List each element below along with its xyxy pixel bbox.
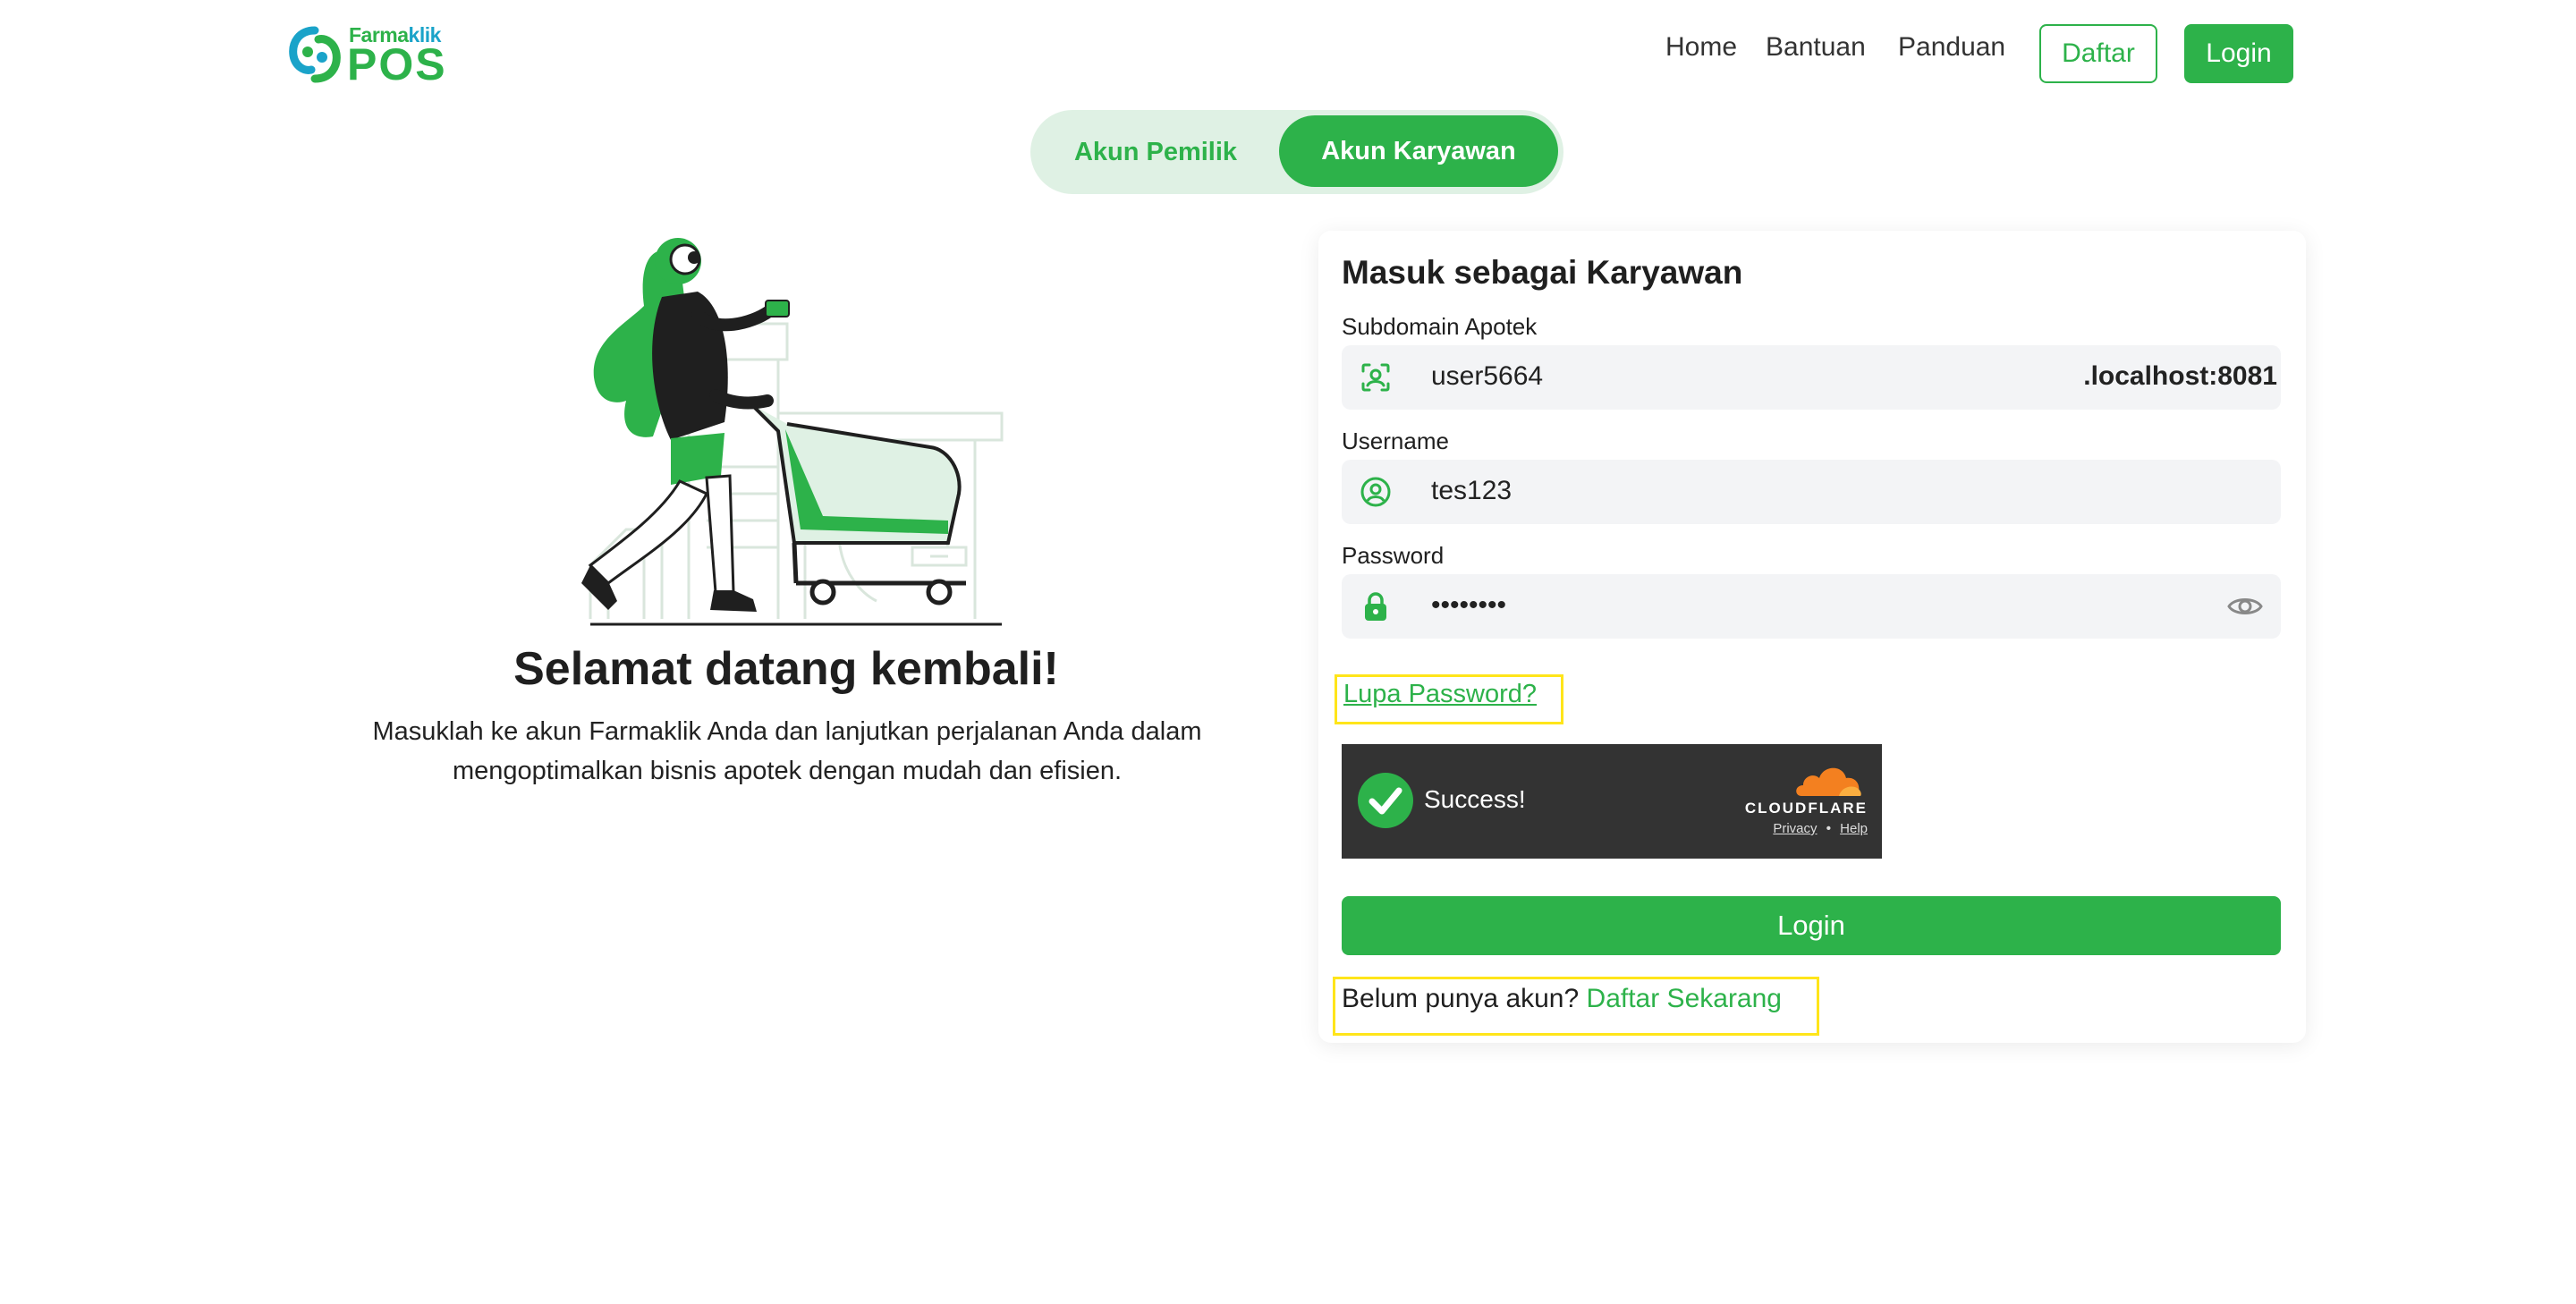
- captcha-privacy-link[interactable]: Privacy: [1773, 821, 1817, 836]
- username-value: tes123: [1431, 476, 1513, 505]
- nav-home[interactable]: Home: [1665, 32, 1737, 63]
- daftar-button[interactable]: Daftar: [2039, 24, 2157, 83]
- user-circle-icon: [1360, 477, 1391, 507]
- user-scan-icon: [1361, 363, 1390, 392]
- welcome-description-line: mengoptimalkan bisnis apotek dengan muda…: [452, 757, 1123, 785]
- brand-pos: POS: [347, 39, 447, 89]
- brand-logo[interactable]: Farmaklik POS: [288, 23, 458, 89]
- welcome-description-line: Masuklah ke akun Farmaklik Anda dan lanj…: [372, 717, 1202, 746]
- subdomain-suffix: .localhost:8081: [2083, 361, 2277, 391]
- logo-mark-icon: [289, 26, 341, 83]
- signup-prompt: Belum punya akun? Daftar Sekarang: [1342, 984, 1782, 1014]
- username-label: Username: [1342, 428, 1449, 454]
- login-submit-button[interactable]: Login: [1342, 896, 2281, 955]
- success-check-icon: [1358, 773, 1413, 828]
- username-field[interactable]: tes123: [1342, 460, 2281, 524]
- lock-icon: [1365, 592, 1386, 621]
- tab-akun-karyawan[interactable]: Akun Karyawan: [1279, 115, 1558, 187]
- password-field[interactable]: ••••••••: [1342, 574, 2281, 639]
- subdomain-field[interactable]: user5664 .localhost:8081: [1342, 345, 2281, 410]
- cloudflare-cloud-icon: [1796, 767, 1861, 796]
- signup-link[interactable]: Daftar Sekarang: [1587, 984, 1782, 1013]
- captcha-link-separator: •: [1826, 821, 1831, 836]
- shopping-woman-illustration: [581, 238, 1004, 626]
- cloudflare-captcha-widget[interactable]: Success! CLOUDFLARE Privacy • Help: [1342, 744, 1882, 859]
- password-label: Password: [1342, 542, 1445, 569]
- forgot-password-link[interactable]: Lupa Password?: [1343, 680, 1537, 709]
- header-login-button[interactable]: Login: [2184, 24, 2293, 83]
- signup-prompt-text: Belum punya akun?: [1342, 984, 1580, 1013]
- nav-panduan[interactable]: Panduan: [1898, 32, 2005, 63]
- show-password-eye-icon[interactable]: [2227, 592, 2263, 621]
- password-value: ••••••••: [1431, 590, 1507, 620]
- welcome-description: Masuklah ke akun Farmaklik Anda dan lanj…: [313, 712, 1261, 791]
- nav-bantuan[interactable]: Bantuan: [1766, 32, 1866, 63]
- welcome-title: Selamat datang kembali!: [513, 643, 1059, 695]
- tab-akun-pemilik[interactable]: Akun Pemilik: [1052, 119, 1259, 185]
- captcha-links: Privacy • Help: [1773, 821, 1868, 836]
- cloudflare-brand: CLOUDFLARE: [1744, 800, 1868, 817]
- captcha-status: Success!: [1424, 785, 1526, 813]
- subdomain-label: Subdomain Apotek: [1342, 313, 1538, 340]
- form-title: Masuk sebagai Karyawan: [1342, 254, 1743, 291]
- captcha-help-link[interactable]: Help: [1840, 821, 1868, 836]
- subdomain-value: user5664: [1431, 361, 1544, 391]
